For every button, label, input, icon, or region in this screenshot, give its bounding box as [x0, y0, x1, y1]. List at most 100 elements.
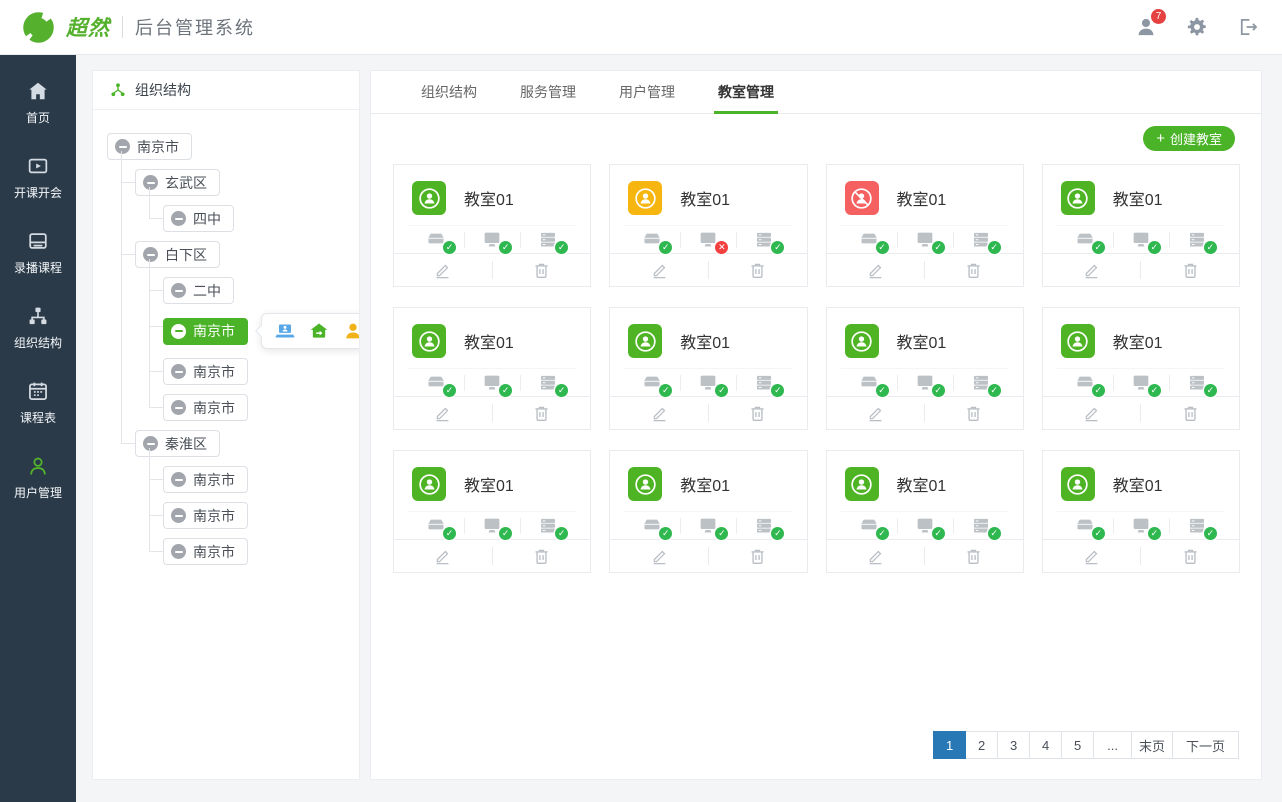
tab-1[interactable]: 服务管理	[520, 71, 576, 113]
collapse-minus-icon[interactable]	[171, 211, 186, 226]
recorder-device-icon: ✓	[423, 515, 449, 536]
page-末页[interactable]: 末页	[1131, 731, 1173, 759]
classroom-card: 教室01 ✓ ✓ ✓	[609, 450, 807, 573]
tab-3[interactable]: 教室管理	[718, 71, 774, 113]
tree-node-box[interactable]: 南京市	[163, 502, 248, 529]
school-icon[interactable]	[309, 321, 329, 341]
classroom-card: 教室01 ✓ ✓ ✓	[393, 450, 591, 573]
tab-2[interactable]: 用户管理	[619, 71, 675, 113]
edit-icon	[1082, 547, 1101, 566]
page-5[interactable]: 5	[1061, 731, 1094, 759]
sidebar-item-calendar[interactable]: 课程表	[0, 371, 76, 435]
classroom-card-footer	[1043, 253, 1239, 286]
notifications-button[interactable]: 7	[1134, 15, 1158, 39]
delete-classroom-button[interactable]	[1141, 540, 1239, 572]
collapse-minus-icon[interactable]	[171, 472, 186, 487]
tree-node-box[interactable]: 南京市	[163, 466, 248, 493]
tree-node-box[interactable]: 南京市	[163, 538, 248, 565]
tree-node-box[interactable]: 二中	[163, 277, 234, 304]
server-device-icon: ✓	[1184, 229, 1210, 250]
delete-classroom-button[interactable]	[925, 540, 1023, 572]
collapse-minus-icon[interactable]	[171, 283, 186, 298]
classroom-title: 教室01	[464, 329, 514, 353]
delete-classroom-button[interactable]	[1141, 254, 1239, 286]
page-下一页[interactable]: 下一页	[1172, 731, 1239, 759]
trash-icon	[964, 261, 983, 280]
delete-classroom-button[interactable]	[493, 254, 591, 286]
tree-node-box[interactable]: 南京市	[163, 318, 248, 345]
edit-classroom-button[interactable]	[610, 540, 708, 572]
create-classroom-button[interactable]: + 创建教室	[1143, 126, 1235, 151]
edit-classroom-button[interactable]	[1043, 397, 1141, 429]
collapse-minus-icon[interactable]	[143, 247, 158, 262]
delete-classroom-button[interactable]	[709, 254, 807, 286]
device-status-badge: ✓	[876, 241, 889, 254]
sidebar-item-org[interactable]: 组织结构	[0, 296, 76, 360]
tree-node-label: 南京市	[193, 542, 235, 562]
edit-classroom-button[interactable]	[394, 397, 492, 429]
edit-classroom-button[interactable]	[394, 540, 492, 572]
classroom-card: 教室01 ✓ ✓ ✓	[826, 307, 1024, 430]
tree-node-box[interactable]: 玄武区	[135, 169, 220, 196]
trash-icon	[532, 404, 551, 423]
classroom-card-footer	[827, 253, 1023, 286]
collapse-minus-icon[interactable]	[171, 364, 186, 379]
delete-classroom-button[interactable]	[493, 397, 591, 429]
tree-node: 秦淮区 南京市 南京市 南京市	[135, 421, 353, 565]
delete-classroom-button[interactable]	[709, 397, 807, 429]
edit-classroom-button[interactable]	[610, 397, 708, 429]
edit-classroom-button[interactable]	[827, 397, 925, 429]
tree-node-box[interactable]: 四中	[163, 205, 234, 232]
collapse-minus-icon[interactable]	[171, 508, 186, 523]
tree-node-box[interactable]: 秦淮区	[135, 430, 220, 457]
sidebar-item-recorder[interactable]: 录播课程	[0, 221, 76, 285]
sidebar-item-user[interactable]: 用户管理	[0, 446, 76, 510]
logout-button[interactable]	[1236, 15, 1260, 39]
page-2[interactable]: 2	[965, 731, 998, 759]
page-4[interactable]: 4	[1029, 731, 1062, 759]
page-3[interactable]: 3	[997, 731, 1030, 759]
settings-button[interactable]	[1185, 15, 1209, 39]
page-...[interactable]: ...	[1093, 731, 1132, 759]
tree-node-box[interactable]: 南京市	[107, 133, 192, 160]
edit-icon	[433, 547, 452, 566]
edit-classroom-button[interactable]	[1043, 540, 1141, 572]
classroom-title: 教室01	[680, 472, 730, 496]
collapse-minus-icon[interactable]	[171, 544, 186, 559]
collapse-minus-icon[interactable]	[143, 175, 158, 190]
delete-classroom-button[interactable]	[493, 540, 591, 572]
collapse-minus-icon[interactable]	[143, 436, 158, 451]
collapse-minus-icon[interactable]	[171, 324, 186, 339]
sidebar-item-label: 录播课程	[14, 259, 62, 276]
collapse-minus-icon[interactable]	[171, 400, 186, 415]
tree-node-label: 白下区	[165, 245, 207, 265]
delete-classroom-button[interactable]	[925, 254, 1023, 286]
tab-0[interactable]: 组织结构	[421, 71, 477, 113]
classroom-status-icon	[628, 467, 662, 501]
edit-classroom-button[interactable]	[827, 254, 925, 286]
tree-node-box[interactable]: 南京市	[163, 394, 248, 421]
tree-node-box[interactable]: 白下区	[135, 241, 220, 268]
edit-classroom-button[interactable]	[1043, 254, 1141, 286]
delete-classroom-button[interactable]	[709, 540, 807, 572]
tree-node: 南京市	[163, 349, 353, 385]
edit-classroom-button[interactable]	[394, 254, 492, 286]
sidebar-item-home[interactable]: 首页	[0, 71, 76, 135]
laptop-icon[interactable]	[275, 321, 295, 341]
tree-node-box[interactable]: 南京市	[163, 358, 248, 385]
edit-classroom-button[interactable]	[827, 540, 925, 572]
tree-node: 玄武区 四中	[135, 160, 353, 232]
edit-icon	[650, 261, 669, 280]
person-icon[interactable]	[343, 321, 360, 341]
delete-classroom-button[interactable]	[925, 397, 1023, 429]
classroom-card-header: 教室01	[827, 308, 1023, 358]
collapse-minus-icon[interactable]	[115, 139, 130, 154]
delete-classroom-button[interactable]	[1141, 397, 1239, 429]
recorder-device-icon: ✓	[1072, 515, 1098, 536]
page-1[interactable]: 1	[933, 731, 966, 759]
classroom-card-header: 教室01	[394, 451, 590, 501]
sidebar-item-video[interactable]: 开课开会	[0, 146, 76, 210]
classroom-status-icon	[1061, 467, 1095, 501]
classroom-title: 教室01	[897, 329, 947, 353]
edit-classroom-button[interactable]	[610, 254, 708, 286]
